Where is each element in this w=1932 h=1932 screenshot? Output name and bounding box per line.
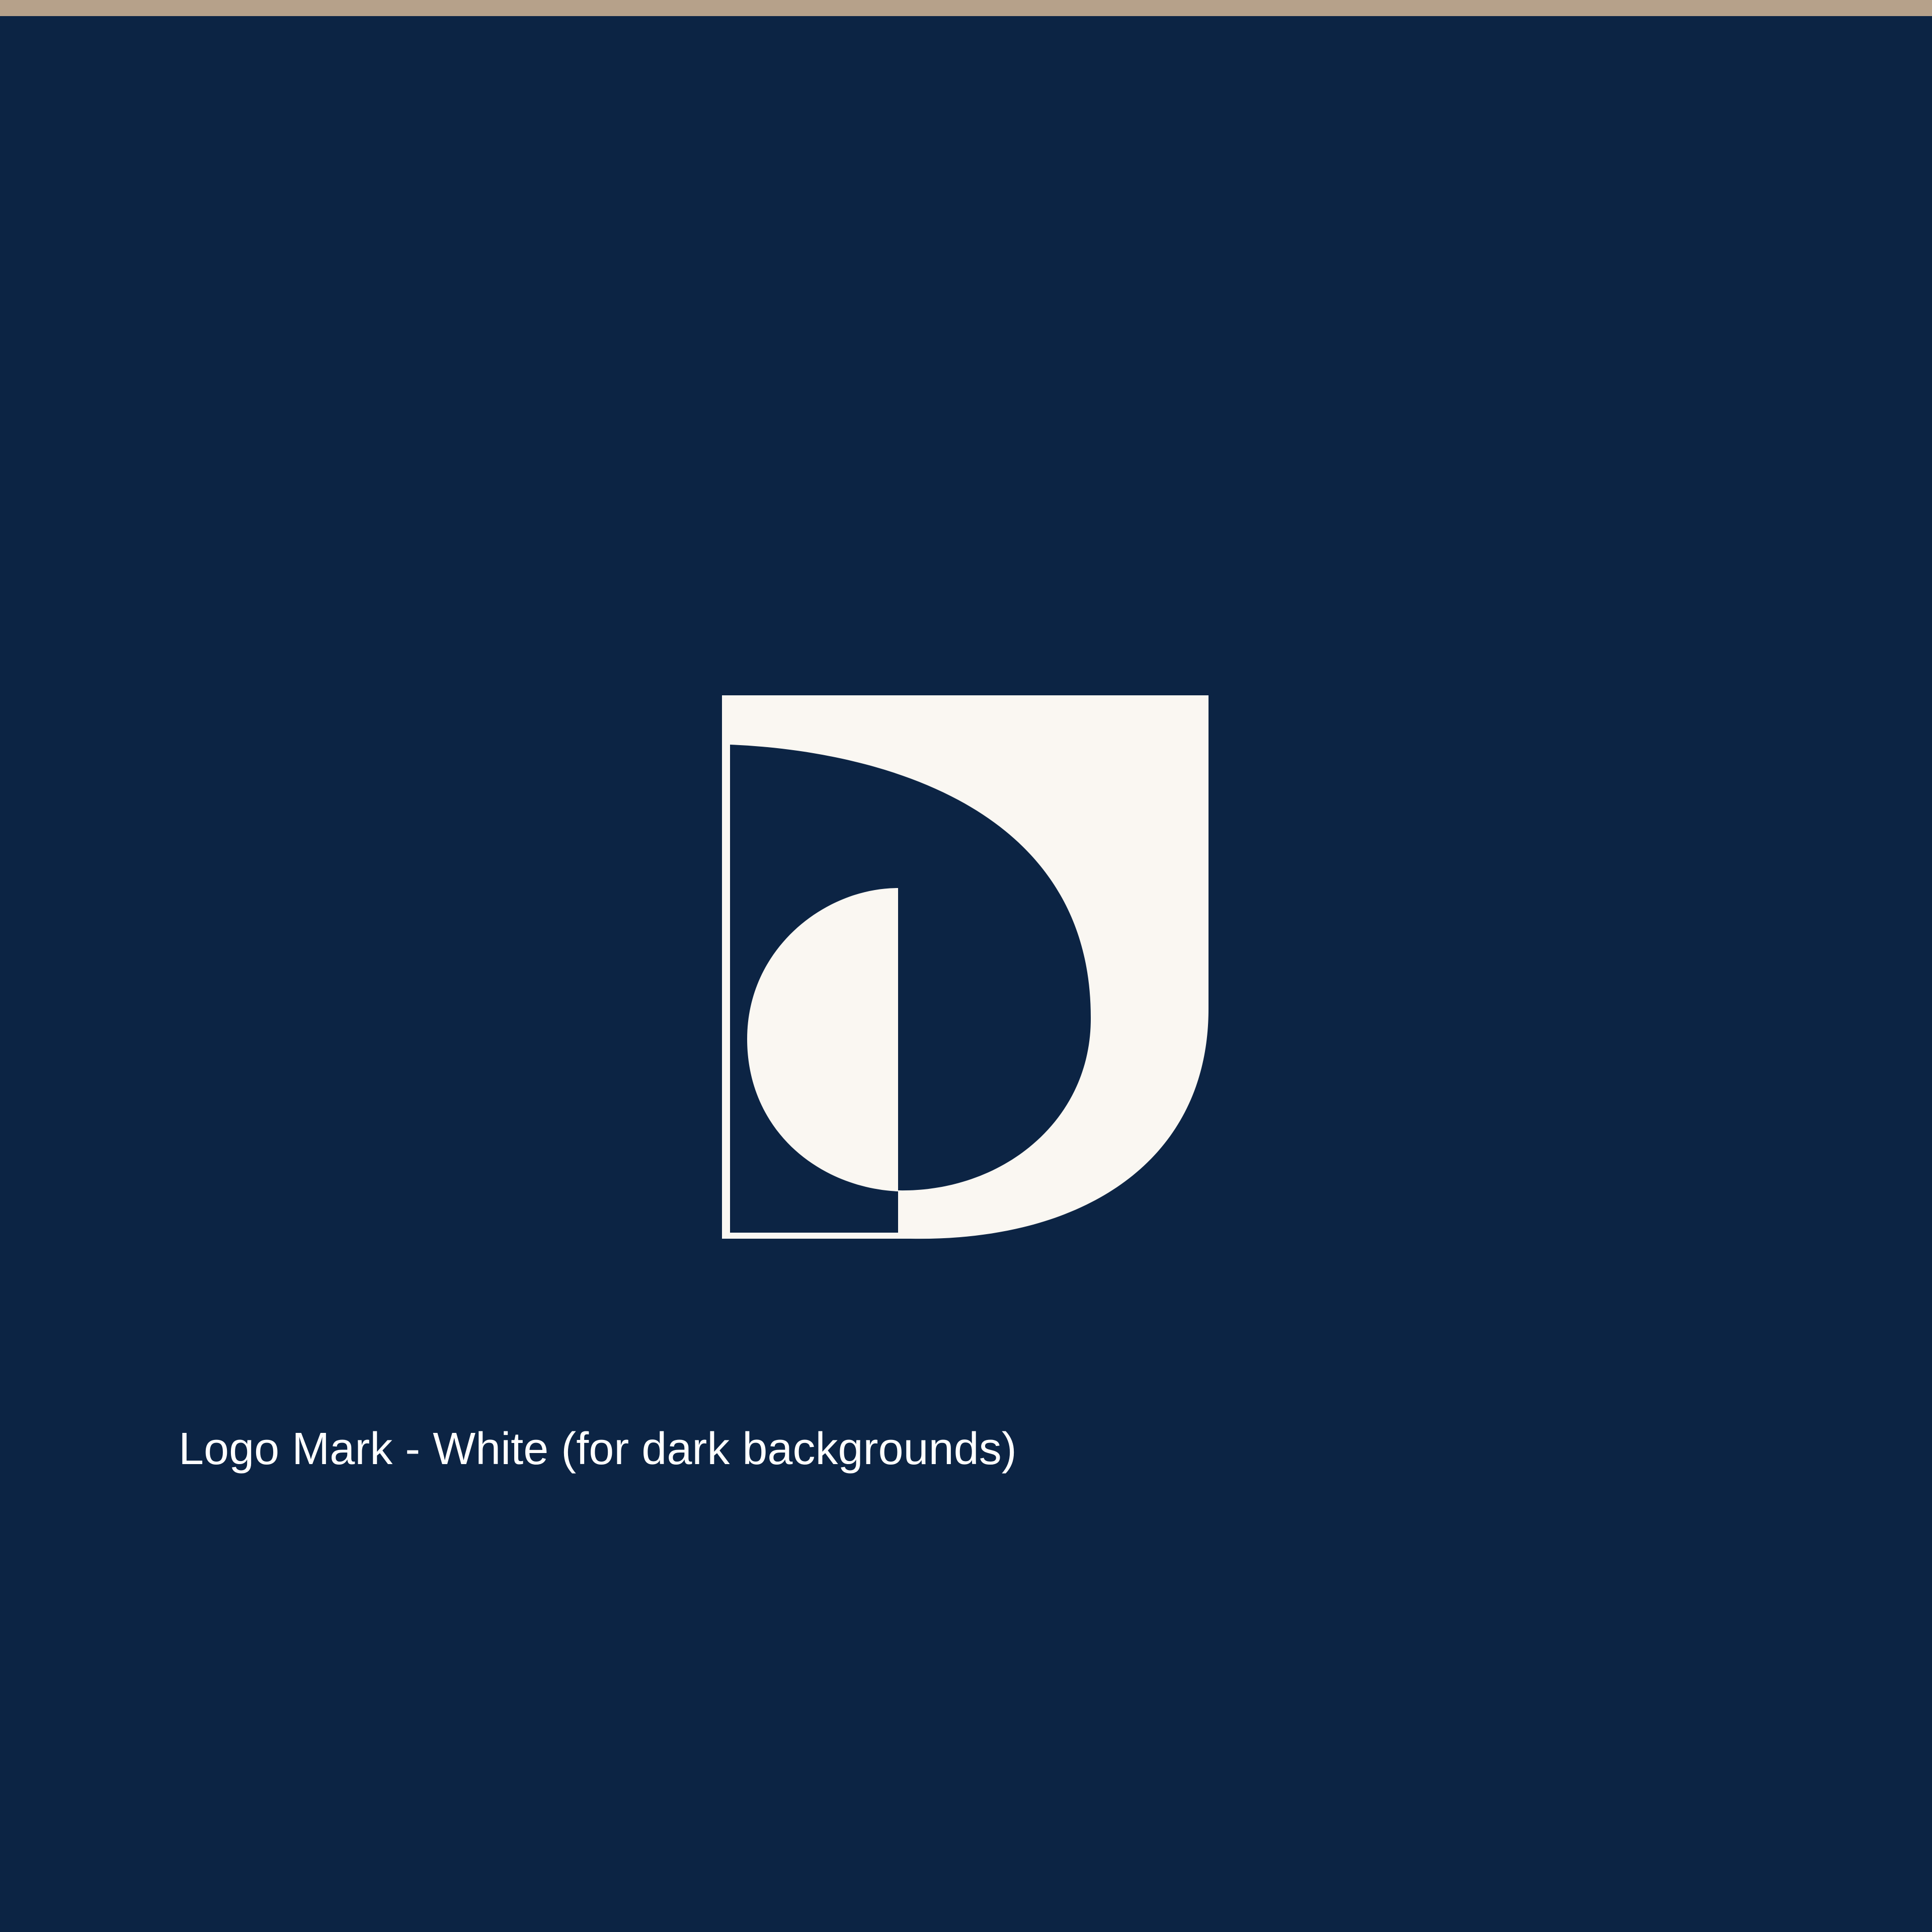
logo-mark bbox=[722, 695, 1209, 1239]
caption: Logo Mark - White (for dark backgrounds) bbox=[179, 1424, 1017, 1474]
accent-bar bbox=[0, 0, 1932, 16]
